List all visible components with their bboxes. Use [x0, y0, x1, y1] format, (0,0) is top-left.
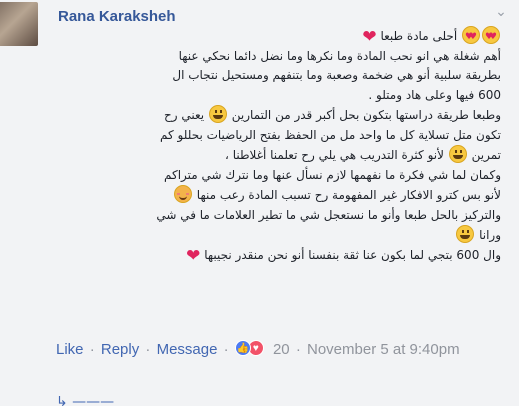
comment-line: وكمان لما شي فكرة ما نفهمها لازم نسأل عن… — [164, 167, 501, 182]
heart-eyes-emoji-icon — [462, 26, 480, 48]
message-button[interactable]: Message — [157, 341, 218, 358]
comment-bubble: Rana Karaksheh ⌄ أحلى مادة طبعا ❤ أهم شغ… — [42, 0, 519, 340]
comment-actions: Like · Reply · Message · 👍 ♥ 20 · Novemb… — [56, 338, 511, 361]
comment-line: وطبعا طريقة دراستها بتكون بحل أكبر قدر م… — [56, 105, 501, 126]
chevron-down-icon[interactable]: ⌄ — [493, 4, 509, 20]
comment-line: تكون متل تسلاية كل ما واحد مل من الحفظ ب… — [160, 127, 501, 142]
reactions-summary[interactable]: 👍 ♥ — [234, 340, 269, 356]
blush-emoji-icon — [173, 185, 192, 203]
avatar[interactable] — [0, 2, 38, 46]
like-reaction-icon: 👍 — [234, 340, 251, 356]
comment-line: تمرين لأنو كثرة التدريب هي يلي رح تعلمنا… — [56, 145, 501, 166]
comment-line: ورانا — [56, 225, 501, 246]
reaction-count[interactable]: 20 — [273, 341, 290, 358]
grin-emoji-icon — [448, 145, 467, 163]
comment-body: أحلى مادة طبعا ❤ أهم شغلة هي انو نحب الم… — [56, 26, 501, 265]
comment-line: أحلى مادة طبعا ❤ — [56, 26, 501, 48]
comment-line: والتركيز بالحل طبعا وأنو ما نستعجل شي ما… — [156, 207, 501, 222]
grin-emoji-icon — [208, 105, 227, 123]
reply-button[interactable]: Reply — [101, 341, 139, 358]
comment-author[interactable]: Rana Karaksheh — [58, 8, 176, 25]
comment-line: أهم شغلة هي انو نحب المادة وما نكرها وما… — [178, 48, 501, 63]
separator: · — [89, 341, 95, 358]
comment-line: 600 فيها وعلى هاد ومتلو . — [368, 87, 501, 102]
heart-icon: ❤ — [362, 27, 377, 47]
like-button[interactable]: Like — [56, 341, 84, 358]
comment-timestamp[interactable]: November 5 at 9:40pm — [307, 341, 460, 358]
separator: · — [295, 341, 301, 358]
heart-eyes-emoji-icon — [482, 26, 500, 48]
comment-line: لأنو بس كترو الافكار غير المفهومة رح تسب… — [56, 185, 501, 206]
comment-line: وال 600 بتجي لما بكون عنا ثقة بنفسنا أنو… — [186, 245, 501, 266]
comment: Rana Karaksheh ⌄ أحلى مادة طبعا ❤ أهم شغ… — [0, 0, 519, 406]
comment-line: بطريقة سلبية أنو هي ضخمة وصعبة وما بتنفه… — [172, 68, 501, 82]
grin-emoji-icon — [456, 225, 475, 243]
heart-icon: ❤ — [186, 245, 201, 266]
separator: · — [223, 341, 229, 358]
replies-link[interactable]: ↳ ——— — [56, 396, 256, 406]
separator: · — [145, 341, 151, 358]
